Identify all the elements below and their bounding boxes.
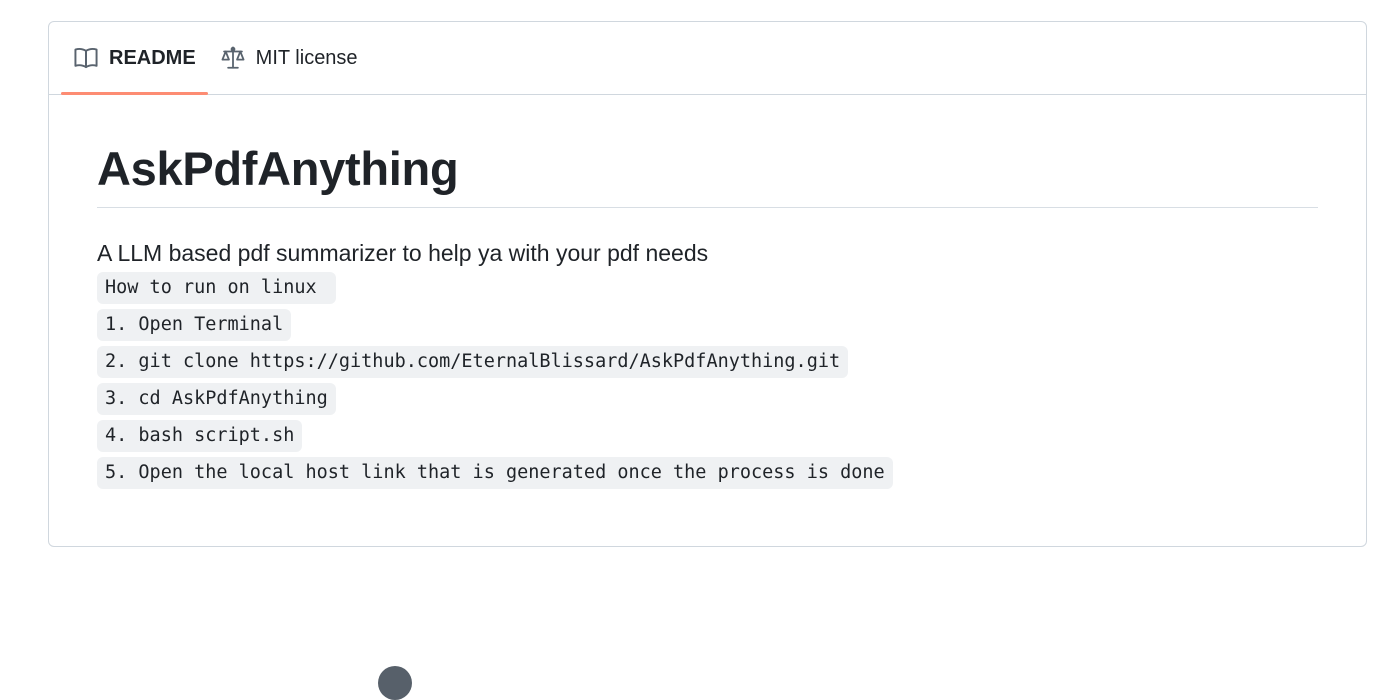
readme-tabbar: README MIT license xyxy=(49,22,1366,95)
tab-license[interactable]: MIT license xyxy=(208,22,370,94)
instruction-line: 1. Open Terminal xyxy=(97,308,1318,341)
instruction-code: 4. bash script.sh xyxy=(97,419,303,452)
instruction-code: 5. Open the local host link that is gene… xyxy=(97,456,893,489)
readme-article: AskPdfAnything A LLM based pdf summarize… xyxy=(49,95,1366,489)
instruction-code: 3. cd AskPdfAnything xyxy=(97,382,336,415)
book-icon xyxy=(73,45,99,71)
avatar[interactable] xyxy=(378,666,412,700)
instruction-code: How to run on linux xyxy=(97,271,336,304)
instruction-line: 3. cd AskPdfAnything xyxy=(97,382,1318,415)
instruction-line: 4. bash script.sh xyxy=(97,419,1318,452)
scale-icon xyxy=(220,45,246,71)
instruction-list: How to run on linux 1. Open Terminal 2. … xyxy=(97,271,1318,489)
instruction-code: 2. git clone https://github.com/EternalB… xyxy=(97,345,849,378)
instruction-line: How to run on linux xyxy=(97,271,1318,304)
instruction-line: 5. Open the local host link that is gene… xyxy=(97,456,1318,489)
instruction-code: 1. Open Terminal xyxy=(97,308,292,341)
tab-readme-label: README xyxy=(109,46,196,69)
readme-panel: README MIT license AskPdfAnything A LLM … xyxy=(48,21,1367,547)
tab-license-label: MIT license xyxy=(255,46,358,69)
instruction-line: 2. git clone https://github.com/EternalB… xyxy=(97,345,1318,378)
readme-description: A LLM based pdf summarizer to help ya wi… xyxy=(97,239,709,266)
readme-title: AskPdfAnything xyxy=(97,143,1318,208)
tab-readme[interactable]: README xyxy=(61,22,208,95)
